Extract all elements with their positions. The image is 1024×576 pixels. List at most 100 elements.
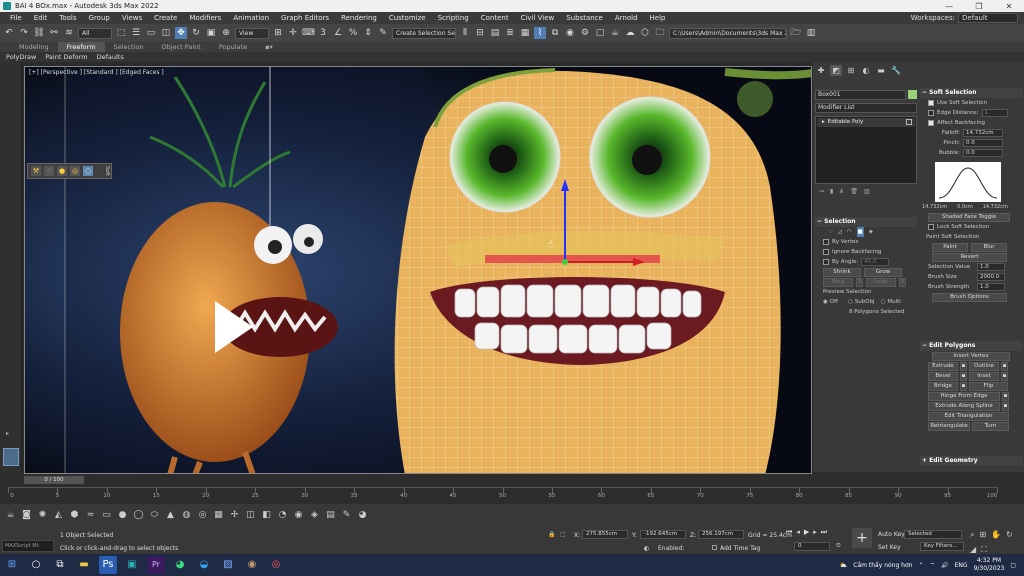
notifications-icon[interactable]: ▢ [1010,562,1016,569]
bubble-spinner[interactable]: 0.0 [963,149,1003,157]
spacewarp-icon[interactable]: ≈ [84,509,97,522]
edit-named-selection-icon[interactable]: ✎ [377,27,389,39]
tab-selection[interactable]: Selection [105,42,153,52]
photos-icon[interactable]: ▨ [219,556,237,574]
geosphere-icon[interactable]: ◍ [180,509,193,522]
vertex-level-icon[interactable]: ∵ [829,227,833,237]
soft-selection-icon[interactable]: ◌ [83,166,93,176]
turn-button[interactable]: Turn [972,421,1009,431]
render-production-icon[interactable]: ☕ [609,27,621,39]
lock-soft-row[interactable]: Lock Soft Selection [920,222,1022,232]
project-path-dropdown[interactable]: C:\Users\Admin\Documents\3ds Max 2022 [669,27,787,39]
schematic-view-icon[interactable]: ⧉ [549,27,561,39]
play-animation-icon[interactable]: ▶ [804,528,809,537]
bridge-settings-icon[interactable]: ▪ [960,381,967,391]
material-icon[interactable]: ◈ [308,509,321,522]
language-indicator[interactable]: ENG [955,562,968,569]
menu-scripting[interactable]: Scripting [432,14,475,22]
current-frame-field[interactable]: 0 [794,542,830,551]
network-icon[interactable]: ⌔ [930,561,936,569]
edge-level-icon[interactable]: ◿ [838,227,842,237]
auto-key-button[interactable]: Auto Key [878,531,905,538]
ring-button[interactable]: Ring [823,277,853,287]
create-tab-icon[interactable]: ✚ [815,65,827,76]
windows-start-icon[interactable]: ⊞ [3,556,21,574]
window-crossing-icon[interactable]: ◫ [160,27,172,39]
task-view-icon[interactable]: ⧉ [51,556,69,574]
bridge-button[interactable]: Bridge [928,381,958,391]
media-icon[interactable]: ◎ [267,556,285,574]
spinner-snap-icon[interactable]: ⇕ [362,27,374,39]
modify-tab-icon[interactable]: ◩ [830,64,842,76]
revert-button[interactable]: Revert [932,252,1007,262]
ribbon-options-icon[interactable]: ▪▾ [256,42,282,52]
sphere-alt-icon[interactable]: ◕ [356,509,369,522]
time-slider[interactable]: 0 / 100 [24,476,84,484]
search-icon[interactable]: ○ [27,556,45,574]
selection-region-icon[interactable]: ▭ [145,27,157,39]
bevel-settings-icon[interactable]: ▪ [960,371,967,381]
display-tab-icon[interactable]: ▬ [875,65,887,76]
extrude-along-spline-button[interactable]: Extrude Along Spline [928,401,1000,411]
tray-chevron-icon[interactable]: ⌃ [918,562,923,569]
paint-button[interactable]: Paint [932,242,968,252]
menu-substance[interactable]: Substance [560,14,609,22]
inset-settings-icon[interactable]: ▪ [1001,371,1008,381]
lock-selection-icon[interactable]: 🔒 [548,531,555,538]
affect-backfacing-row[interactable]: Affect Backfacing [920,118,1022,128]
clock[interactable]: 4:32 PM 9/30/2023 [974,557,1005,573]
reference-coord-dropdown[interactable]: View [235,27,269,39]
snaps-toggle-icon[interactable]: 3 [317,27,329,39]
set-key-plus-icon[interactable]: + [852,528,872,548]
weather-icon[interactable]: ⛅ [840,562,847,569]
menu-views[interactable]: Views [116,14,148,22]
next-frame-icon[interactable]: ▸ [813,528,817,537]
bind-spacewarp-icon[interactable]: ≋ [63,27,75,39]
select-scale-icon[interactable]: ▣ [205,27,217,39]
speaker-icon[interactable]: 🔊 [941,562,948,569]
camera-icon[interactable]: ◙ [20,509,33,522]
torus-icon[interactable]: ◯ [132,509,145,522]
symmetry-icon[interactable]: ◧ [260,509,273,522]
toggle-scene-explorer-icon[interactable]: ▤ [489,27,501,39]
folder-browse-icon[interactable]: 🗁 [790,27,802,39]
loop-button[interactable]: Loop [866,277,896,287]
chrome-icon[interactable]: ◕ [171,556,189,574]
lock-soft-checkbox[interactable] [928,224,934,230]
grow-button[interactable]: Grow [864,267,902,277]
tab-modeling[interactable]: Modeling [10,42,58,52]
edge-distance-checkbox[interactable] [928,110,934,116]
menu-file[interactable]: File [4,14,28,22]
pan-icon[interactable]: ✋ [991,530,1001,540]
helpers-icon[interactable]: ⬢ [68,509,81,522]
edit-polygons-title[interactable]: − Edit Polygons [920,341,1022,351]
select-move-icon[interactable]: ✥ [175,27,187,39]
viewport-label[interactable]: [+] [Perspective ] [Standard ] [Edged Fa… [29,69,164,76]
select-place-icon[interactable]: ⊕ [220,27,232,39]
maximize-button[interactable]: ❐ [964,2,994,11]
material-editor-icon[interactable]: ◉ [564,27,576,39]
border-level-icon[interactable]: ◠ [847,227,852,237]
menu-create[interactable]: Create [148,14,183,22]
by-angle-checkbox[interactable] [823,259,829,265]
brush-strength-spinner[interactable]: 1.0 [977,283,1005,291]
go-to-end-icon[interactable]: ⏭ [821,528,827,537]
brush-size-spinner[interactable]: 2000.0 [977,273,1005,281]
play-icon[interactable] [211,297,257,357]
menu-customize[interactable]: Customize [383,14,432,22]
keyboard-shortcut-icon[interactable]: ⌨ [302,27,315,39]
ignore-backfacing-row[interactable]: Ignore Backfacing [815,247,917,257]
key-filters-button[interactable]: Key Filters... [920,542,964,551]
pivot-center-icon[interactable]: ⊞ [272,27,284,39]
menu-rendering[interactable]: Rendering [335,14,383,22]
hinge-settings-icon[interactable]: ▪ [1002,391,1009,401]
outline-button[interactable]: Outline [969,361,999,371]
orbit-icon[interactable]: ↻ [1006,530,1013,540]
zoom-all-icon[interactable]: ⊞ [979,530,986,540]
unlink-icon[interactable]: ⚯ [48,27,60,39]
app-icon[interactable]: ◉ [243,556,261,574]
project-settings-icon[interactable]: ▥ [805,27,817,39]
edit-geometry-title[interactable]: + Edit Geometry [920,456,1022,466]
lattice-icon[interactable]: ▦ [212,509,225,522]
preview-multi-radio[interactable]: ○ [881,297,886,307]
